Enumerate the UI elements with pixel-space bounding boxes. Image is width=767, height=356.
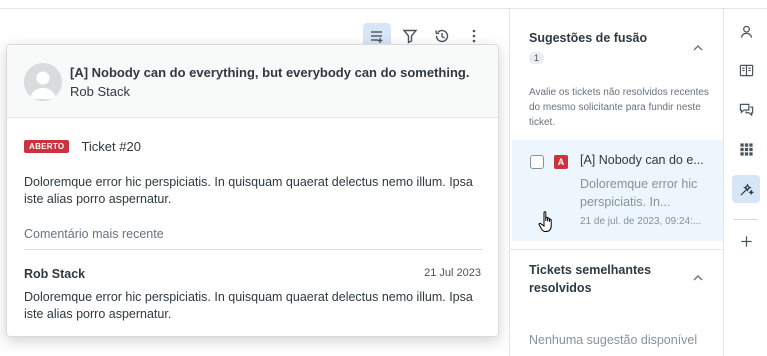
ticket-author: Rob Stack: [70, 84, 130, 99]
knowledge-button[interactable]: [732, 56, 760, 84]
similar-tickets-title: Tickets semelhantes resolvidos: [529, 263, 652, 295]
ticket-title[interactable]: [A] Nobody can do everything, but everyb…: [70, 65, 469, 80]
recent-comment-label: Comentário mais recente: [24, 227, 164, 241]
side-panel: Sugestões de fusão 1 Avalie os tickets n…: [509, 9, 724, 356]
merge-note: Avalie os tickets não resolvidos recente…: [529, 87, 709, 128]
plus-icon: [740, 235, 752, 247]
list-add-icon: [371, 31, 383, 43]
comment-date: 21 Jul 2023: [424, 267, 481, 279]
divider: [24, 249, 483, 250]
apps-button[interactable]: [732, 135, 760, 163]
status-line: ABERTO Ticket #20: [24, 139, 141, 154]
suggestion-date: 21 de jul. de 2023, 09:24:...: [580, 216, 702, 227]
history-icon: [435, 29, 449, 43]
chevron-up-icon[interactable]: [691, 41, 705, 55]
ticket-description: Doloremque error hic perspiciatis. In qu…: [24, 175, 473, 206]
merge-suggestions-title: Sugestões de fusão: [529, 31, 648, 45]
merge-count-badge: 1: [529, 52, 545, 64]
chat-button[interactable]: [732, 95, 760, 123]
divider: [734, 219, 758, 220]
chat-icon: [739, 103, 753, 116]
status-badge: ABERTO: [24, 140, 70, 153]
avatar: [24, 63, 62, 101]
card-header: [A] Nobody can do everything, but everyb…: [7, 45, 498, 118]
user-placeholder-icon: [24, 63, 62, 101]
divider: [510, 249, 724, 250]
filter-icon: [402, 29, 418, 44]
apps-grid-icon: [739, 142, 753, 156]
hand-cursor-icon: [538, 211, 552, 232]
add-app-button[interactable]: [732, 227, 760, 255]
ticket-preview-card: [A] Nobody can do everything, but everyb…: [6, 44, 499, 337]
suggestion-item[interactable]: A [A] Nobody can do e... Doloremque erro…: [512, 140, 723, 241]
top-strip: [0, 0, 767, 9]
priority-badge: A: [554, 155, 568, 169]
magic-button[interactable]: [732, 175, 760, 203]
user-button[interactable]: [732, 17, 760, 45]
ticket-number: Ticket #20: [81, 139, 141, 154]
suggestion-title[interactable]: [A] Nobody can do e...: [580, 153, 712, 167]
user-icon: [740, 25, 752, 38]
book-icon: [739, 64, 753, 76]
icon-rail: [723, 9, 767, 356]
chevron-up-icon[interactable]: [691, 271, 705, 285]
suggestion-description: Doloremque error hic perspiciatis. In...: [580, 177, 698, 209]
empty-suggestions-note: Nenhuma sugestão disponível: [529, 333, 698, 347]
comment-author: Rob Stack: [24, 267, 86, 281]
more-vertical-icon: [472, 29, 476, 43]
comment-body: Doloremque error hic perspiciatis. In qu…: [24, 290, 473, 321]
suggestion-checkbox[interactable]: [530, 155, 544, 169]
magic-wand-icon: [739, 182, 754, 196]
